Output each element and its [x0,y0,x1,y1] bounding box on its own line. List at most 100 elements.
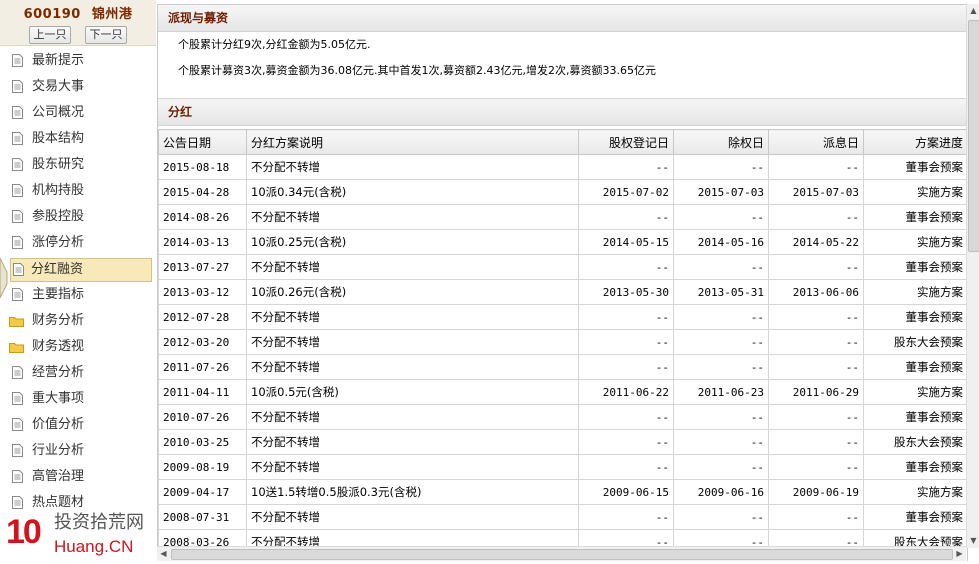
active-pointer-icon [0,258,8,298]
scroll-right-arrow-icon[interactable]: ▶ [953,547,966,561]
scroll-down-arrow-icon[interactable]: ▼ [967,534,979,548]
next-stock-button[interactable]: 下一只 [85,26,127,44]
column-header[interactable]: 除权日 [673,129,769,155]
table-cell: 不分配不转增 [246,204,579,230]
table-cell: -- [768,304,864,330]
table-cell: 2013-07-27 [158,254,247,280]
document-icon [12,54,23,67]
document-icon [12,288,23,301]
table-cell: 2009-06-19 [768,479,864,505]
sidebar-item[interactable]: 价值分析 [0,413,156,439]
sidebar-item[interactable]: 公司概况 [0,101,156,127]
table-cell: -- [578,504,674,530]
table-cell: 董事会预案 [863,254,967,280]
table-row: 2015-04-28 10派0.34元(含税) 2015-07-02 2015-07-… [158,179,967,205]
sidebar-item[interactable]: 股本结构 [0,127,156,153]
table-cell: 2013-05-30 [578,279,674,305]
document-icon [13,263,24,276]
vertical-scrollbar[interactable]: ▲ ▼ [966,4,979,548]
watermark-cn: 投资拾荒网 [54,512,144,533]
table-row: 2011-04-11 10派0.5元(含税) 2011-06-22 2011-06-2… [158,379,967,405]
folder-icon [9,343,24,353]
table-cell: 不分配不转增 [246,254,579,280]
table-cell: 2011-07-26 [158,354,247,380]
sidebar-item-label: 股东研究 [32,157,85,172]
summary-text: 个股累计分红9次,分红金额为5.05亿元. 个股累计募资3次,募资金额为36.0… [158,32,967,98]
table-cell: 2014-05-22 [768,229,864,255]
sidebar-item-label: 重大事项 [32,391,85,406]
sidebar-item[interactable]: 财务透视 [0,335,156,361]
table-cell: 董事会预案 [863,154,967,180]
table-cell: -- [673,454,769,480]
column-header[interactable]: 派息日 [768,129,864,155]
table-row: 2008-07-31 不分配不转增 -- -- -- 董事会预案 [158,504,967,530]
table-row: 2014-03-13 10派0.25元(含税) 2014-05-15 2014-05-… [158,229,967,255]
sidebar-item[interactable]: 交易大事 [0,75,156,101]
vertical-scroll-thumb[interactable] [968,20,979,252]
sidebar-item-label: 公司概况 [32,105,85,120]
sidebar-item[interactable]: 行业分析 [0,439,156,465]
scroll-up-arrow-icon[interactable]: ▲ [967,4,979,18]
table-row: 2009-04-17 10送1.5转增0.5股派0.3元(含税) 2009-06-1… [158,479,967,505]
column-header[interactable]: 股权登记日 [578,129,674,155]
sidebar-item[interactable]: 股东研究 [0,153,156,179]
table-cell: 董事会预案 [863,204,967,230]
column-header[interactable]: 方案进度 [863,129,967,155]
watermark-en: Huang.CN [54,537,134,556]
table-cell: 10派0.25元(含税) [246,229,579,255]
table-cell: -- [578,454,674,480]
sidebar-item[interactable]: 财务分析 [0,309,156,335]
horizontal-scrollbar[interactable]: ◀ ▶ [157,546,966,561]
table-row: 2012-03-20 不分配不转增 -- -- -- 股东大会预案 [158,329,967,355]
table-cell: -- [673,204,769,230]
dividend-table: 公告日期 分红方案说明 股权登记日 除权日 派息日 方案进度 2015-08-18 不分配不… [158,129,967,549]
horizontal-scroll-thumb[interactable] [171,549,953,560]
table-cell: 2015-08-18 [158,154,247,180]
table-cell: -- [673,304,769,330]
table-row: 2010-03-25 不分配不转增 -- -- -- 股东大会预案 [158,429,967,455]
table-cell: 2012-03-20 [158,329,247,355]
watermark-logo: 10 投资拾荒网 Huang.CN [4,512,154,560]
document-icon [12,158,23,171]
table-cell: 2011-06-29 [768,379,864,405]
scroll-left-arrow-icon[interactable]: ◀ [157,547,170,561]
prev-stock-button[interactable]: 上一只 [29,26,71,44]
table-cell: -- [578,154,674,180]
table-cell: -- [673,404,769,430]
table-cell: 不分配不转增 [246,454,579,480]
table-cell: 2009-06-15 [578,479,674,505]
sidebar-item[interactable]: 最新提示 [0,49,156,75]
sidebar-item-label: 涨停分析 [32,235,85,250]
sidebar-item[interactable]: 参股控股 [0,205,156,231]
sidebar-item[interactable]: 分红融资 [10,258,152,282]
document-icon [12,236,23,249]
sidebar: 600190 锦州港 上一只 下一只 最新提示 交易大事 公司概况 股本结构 股东研究机… [0,0,156,564]
table-cell: 2014-08-26 [158,204,247,230]
table-cell: -- [673,429,769,455]
sidebar-item[interactable]: 涨停分析 [0,231,156,257]
table-cell: -- [578,204,674,230]
column-header[interactable]: 公告日期 [158,129,247,155]
table-cell: -- [768,429,864,455]
watermark-number: 10 [6,513,42,551]
table-cell: 实施方案 [863,479,967,505]
sidebar-item[interactable]: 高管治理 [0,465,156,491]
table-cell: 2013-03-12 [158,279,247,305]
sidebar-item-label: 高管治理 [32,469,85,484]
table-cell: 2013-05-31 [673,279,769,305]
table-cell: 不分配不转增 [246,404,579,430]
table-cell: 董事会预案 [863,354,967,380]
sidebar-item[interactable]: 主要指标 [0,283,156,309]
document-icon [12,444,23,457]
table-cell: -- [768,254,864,280]
table-cell: 10派0.26元(含税) [246,279,579,305]
column-header[interactable]: 分红方案说明 [246,129,579,155]
sidebar-item-label: 价值分析 [32,417,85,432]
table-cell: -- [768,454,864,480]
sidebar-item[interactable]: 经营分析 [0,361,156,387]
sidebar-item[interactable]: 重大事项 [0,387,156,413]
table-cell: 董事会预案 [863,454,967,480]
sidebar-item[interactable]: 机构持股 [0,179,156,205]
document-icon [12,366,23,379]
table-cell: 不分配不转增 [246,304,579,330]
